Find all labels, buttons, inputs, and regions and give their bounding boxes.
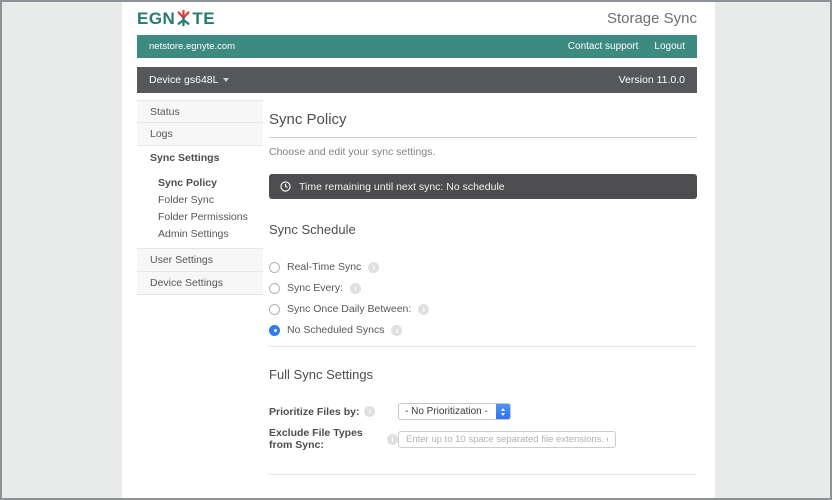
sidebar-item-folder-sync[interactable]: Folder Sync [137,191,263,208]
main-content: Sync Policy Choose and edit your sync se… [269,111,697,498]
sidebar-sync-settings-submenu: Sync Policy Folder Sync Folder Permissio… [137,169,263,249]
sidebar-item-label: Status [150,106,180,118]
body-columns: Status Logs Sync Settings Sync Policy Fo… [137,93,697,498]
radio-button-selected[interactable] [269,325,280,336]
info-icon[interactable]: i [368,262,379,273]
full-sync-form: Prioritize Files by: i - No Prioritizati… [269,403,697,451]
contact-support-link[interactable]: Contact support [568,41,639,52]
browser-frame: EGN TE Storage Sync netstore.egnyte.com [0,0,832,500]
radio-label: Sync Once Daily Between: [287,303,411,315]
egnyte-logo: EGN TE [137,10,215,27]
info-icon[interactable]: i [387,434,398,445]
version-label: Version 11.0.0 [619,74,685,86]
sidebar-item-label: Device Settings [150,277,223,289]
sidebar-item-status[interactable]: Status [137,100,263,123]
sidebar-item-admin-settings[interactable]: Admin Settings [137,225,263,242]
account-bar: netstore.egnyte.com Contact support Logo… [137,35,697,58]
sidebar: Status Logs Sync Settings Sync Policy Fo… [137,100,263,295]
radio-sync-once-daily[interactable]: Sync Once Daily Between: i [269,303,697,315]
sidebar-subitem-label: Folder Sync [158,194,214,206]
logo-text-suffix: TE [192,10,215,27]
sidebar-subitem-label: Folder Permissions [158,211,248,223]
radio-button[interactable] [269,304,280,315]
select-stepper-icon [496,403,510,420]
account-links: Contact support Logout [568,41,685,52]
radio-button[interactable] [269,283,280,294]
page: EGN TE Storage Sync netstore.egnyte.com [122,2,715,498]
full-sync-heading: Full Sync Settings [269,367,697,382]
device-bar: Device gs648L Version 11.0.0 [137,67,697,93]
sidebar-item-device-settings[interactable]: Device Settings [137,272,263,295]
info-icon[interactable]: i [364,406,375,417]
account-domain: netstore.egnyte.com [149,41,235,52]
logout-link[interactable]: Logout [654,41,685,52]
sync-schedule-heading: Sync Schedule [269,222,697,237]
sidebar-item-logs[interactable]: Logs [137,123,263,146]
radio-label: Real-Time Sync [287,261,361,273]
sidebar-subitem-label: Admin Settings [158,228,229,240]
clock-icon [280,181,291,192]
header: EGN TE Storage Sync [137,2,697,35]
radio-real-time-sync[interactable]: Real-Time Sync i [269,261,697,273]
radio-label: No Scheduled Syncs [287,324,384,336]
sidebar-item-sync-settings[interactable]: Sync Settings [137,146,263,169]
section-divider [269,474,697,475]
prioritize-select[interactable]: - No Prioritization - [398,403,511,420]
section-divider [269,346,697,347]
logo-text-prefix: EGN [137,10,175,27]
radio-button[interactable] [269,262,280,273]
device-selector-label: Device gs648L [149,74,218,86]
device-selector[interactable]: Device gs648L [149,74,229,86]
page-subtitle: Choose and edit your sync settings. [269,146,697,158]
logo-asterisk-icon [176,10,191,27]
prioritize-select-value: - No Prioritization - [399,406,488,417]
info-icon[interactable]: i [350,283,361,294]
sidebar-item-label: Sync Settings [150,152,219,164]
info-icon[interactable]: i [418,304,429,315]
exclude-label: Exclude File Types from Sync: [269,427,382,451]
sidebar-item-label: User Settings [150,254,213,266]
app-title: Storage Sync [607,10,697,27]
radio-label: Sync Every: [287,282,343,294]
info-icon[interactable]: i [391,325,402,336]
sync-schedule-options: Real-Time Sync i Sync Every: i Sync Once… [269,261,697,336]
sidebar-item-folder-permissions[interactable]: Folder Permissions [137,208,263,225]
sidebar-item-label: Logs [150,128,173,140]
sidebar-item-user-settings[interactable]: User Settings [137,249,263,272]
sync-time-notice-text: Time remaining until next sync: No sched… [299,181,505,193]
exclude-file-types-input[interactable] [398,431,616,448]
page-title: Sync Policy [269,111,697,138]
radio-no-scheduled-syncs[interactable]: No Scheduled Syncs i [269,324,697,336]
sidebar-subitem-label: Sync Policy [158,177,217,189]
prioritize-row: Prioritize Files by: i - No Prioritizati… [269,403,697,420]
network-settings-heading: Network Settings [269,497,697,498]
prioritize-label-group: Prioritize Files by: i [269,406,398,418]
exclude-row: Exclude File Types from Sync: i [269,427,697,451]
exclude-label-group: Exclude File Types from Sync: i [269,427,398,451]
sidebar-item-sync-policy[interactable]: Sync Policy [137,174,263,191]
sync-time-notice: Time remaining until next sync: No sched… [269,174,697,199]
prioritize-label: Prioritize Files by: [269,406,359,418]
radio-sync-every[interactable]: Sync Every: i [269,282,697,294]
chevron-down-icon [223,78,229,82]
